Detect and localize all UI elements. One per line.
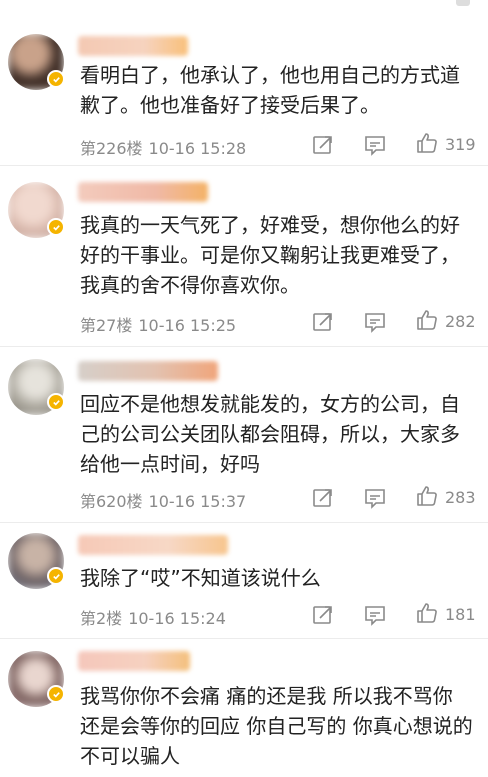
- comment-meta: 第2楼 10-16 15:24: [80, 605, 226, 629]
- floor-number: 第620楼: [80, 492, 143, 511]
- comment-text: 看明白了，他承认了，他也用自己的方式道歉了。他也准备好了接受后果了。: [80, 63, 460, 117]
- comment-item: 我真的一天气死了，好难受，想你他么的好好的干事业。可是你又鞠躬让我更难受了，我真…: [0, 166, 488, 347]
- comment-icon[interactable]: [363, 133, 387, 157]
- comment-meta: 第620楼 10-16 15:37: [80, 488, 246, 512]
- thumbs-up-icon[interactable]: [415, 308, 439, 332]
- share-icon[interactable]: [311, 310, 335, 334]
- share-icon[interactable]: [311, 603, 335, 627]
- verified-badge-icon: [47, 567, 65, 585]
- username-blurred[interactable]: [78, 651, 190, 671]
- username-blurred[interactable]: [78, 36, 188, 56]
- share-icon[interactable]: [311, 133, 335, 157]
- timestamp: 10-16 15:37: [148, 492, 247, 511]
- username-blurred[interactable]: [78, 535, 228, 555]
- comment-item: 回应不是他想发就能发的，女方的公司，自己的公司公关团队都会阻碍，所以，大家多给他…: [0, 347, 488, 523]
- verified-badge-icon: [47, 393, 65, 411]
- comment-item: 我骂你你不会痛 痛的还是我 所以我不骂你 还是会等你的回应 你自己写的 你真心想…: [0, 639, 488, 777]
- top-partial-element: [456, 0, 470, 6]
- timestamp: 10-16 15:25: [138, 316, 237, 335]
- timestamp: 10-16 15:24: [128, 609, 226, 628]
- like-count: 181: [445, 605, 476, 624]
- floor-number: 第2楼: [80, 609, 123, 628]
- share-icon[interactable]: [311, 486, 335, 510]
- comment-item: 看明白了，他承认了，他也用自己的方式道歉了。他也准备好了接受后果了。 第226楼…: [0, 20, 488, 166]
- comment-icon[interactable]: [363, 310, 387, 334]
- comment-text: 我骂你你不会痛 痛的还是我 所以我不骂你 还是会等你的回应 你自己写的 你真心想…: [80, 684, 480, 768]
- username-blurred[interactable]: [78, 182, 208, 202]
- thumbs-up-icon[interactable]: [415, 601, 439, 625]
- thumbs-up-icon[interactable]: [415, 484, 439, 508]
- like-count: 319: [445, 135, 476, 154]
- floor-number: 第226楼: [80, 139, 143, 158]
- verified-badge-icon: [47, 218, 65, 236]
- comment-text: 我真的一天气死了，好难受，想你他么的好好的干事业。可是你又鞠躬让我更难受了，我真…: [80, 213, 460, 297]
- floor-number: 第27楼: [80, 316, 133, 335]
- comment-meta: 第27楼 10-16 15:25: [80, 312, 236, 336]
- comment-meta: 第226楼 10-16 15:28: [80, 135, 246, 159]
- like-count: 283: [445, 488, 476, 507]
- comment-text: 回应不是他想发就能发的，女方的公司，自己的公司公关团队都会阻碍，所以，大家多给他…: [80, 392, 460, 476]
- like-count: 282: [445, 312, 476, 331]
- comment-icon[interactable]: [363, 603, 387, 627]
- username-blurred[interactable]: [78, 361, 218, 381]
- comment-text: 我除了“哎”不知道该说什么: [80, 566, 321, 590]
- thumbs-up-icon[interactable]: [415, 131, 439, 155]
- comment-item: 我除了“哎”不知道该说什么 第2楼 10-16 15:24 181: [0, 523, 488, 639]
- verified-badge-icon: [47, 70, 65, 88]
- comment-icon[interactable]: [363, 486, 387, 510]
- verified-badge-icon: [47, 685, 65, 703]
- timestamp: 10-16 15:28: [148, 139, 247, 158]
